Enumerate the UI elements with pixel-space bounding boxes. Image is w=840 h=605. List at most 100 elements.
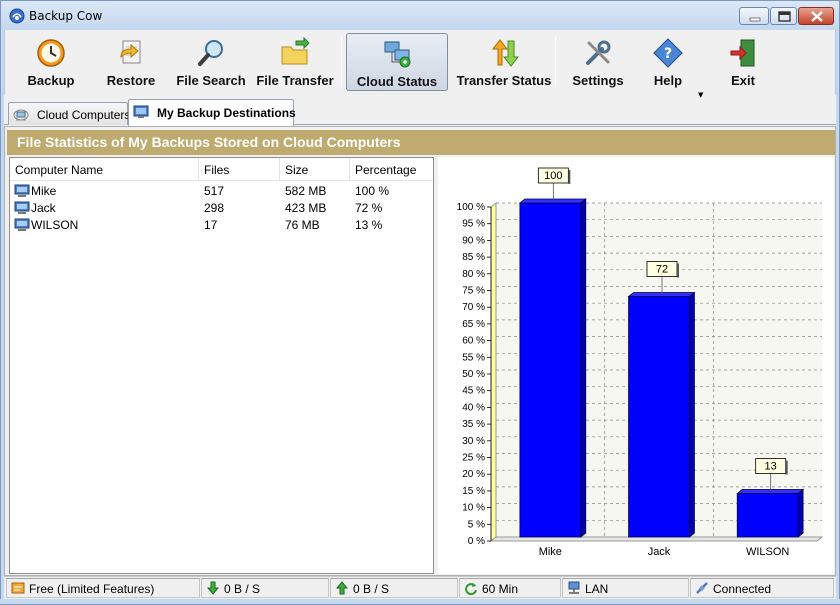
y-tick-label: 90 %	[462, 235, 485, 246]
cell-size: 582 MB	[285, 184, 327, 198]
data-label-shadow	[785, 460, 788, 475]
table-row[interactable]: WILSON 17 76 MB 13 %	[10, 217, 433, 234]
y-tick-label: 75 %	[462, 286, 485, 297]
window-frame-right	[836, 30, 840, 605]
settings-button[interactable]: Settings	[558, 33, 638, 91]
file-search-button[interactable]: File Search	[171, 33, 251, 91]
status-network-type: LAN	[562, 578, 689, 598]
help-button[interactable]: ? Help	[638, 33, 698, 91]
cell-percentage: 13 %	[355, 218, 383, 232]
svg-text:?: ?	[664, 46, 672, 62]
cell-size: 76 MB	[285, 218, 320, 232]
status-network-text: LAN	[585, 582, 609, 596]
transfer-arrows-icon	[491, 39, 520, 67]
column-header-files[interactable]: Files	[199, 158, 280, 181]
folder-transfer-icon	[281, 37, 310, 65]
status-refresh-text: 60 Min	[482, 582, 519, 596]
panel-title: File Statistics of My Backups Stored on …	[17, 134, 401, 150]
monitor-icon	[133, 105, 149, 118]
y-tick-label: 80 %	[462, 269, 485, 280]
minimize-button[interactable]	[739, 7, 769, 25]
toolbar-separator	[555, 37, 556, 87]
restore-label: Restore	[106, 73, 156, 88]
transfer-status-button[interactable]: Transfer Status	[453, 33, 555, 91]
close-icon	[811, 11, 823, 22]
cell-files: 17	[204, 218, 218, 232]
maximize-icon	[778, 11, 791, 22]
column-header-percentage[interactable]: Percentage	[350, 158, 433, 181]
y-tick-label: 85 %	[462, 252, 485, 263]
title-bar[interactable]: Backup Cow	[0, 0, 840, 30]
column-header-size[interactable]: Size	[280, 158, 350, 181]
x-tick-label: WILSON	[746, 546, 789, 558]
bar	[736, 493, 799, 538]
bar	[519, 202, 582, 538]
statistics-panel: File Statistics of My Backups Stored on …	[4, 126, 836, 576]
x-tick-label: Mike	[539, 546, 562, 558]
refresh-icon	[465, 583, 477, 595]
bar-side-face	[580, 198, 587, 538]
x-tick-label: Jack	[648, 546, 671, 558]
bar-side-face	[689, 291, 695, 538]
tab-my-backup-destinations-label: My Backup Destinations	[157, 106, 296, 120]
close-button[interactable]	[798, 7, 834, 25]
table-row[interactable]: Mike 517 582 MB 100 %	[10, 183, 433, 200]
exit-label: Exit	[731, 73, 755, 88]
cell-files: 517	[204, 184, 225, 198]
main-toolbar: Backup Restore File Search File Transfer	[4, 30, 836, 99]
data-label-shadow	[568, 170, 571, 184]
y-tick-label: 40 %	[462, 402, 485, 413]
data-label: 100	[544, 170, 562, 182]
help-dropdown-icon[interactable]: ▼	[698, 91, 703, 99]
restore-button[interactable]: Restore	[91, 33, 171, 91]
column-header-computer-name[interactable]: Computer Name	[10, 158, 199, 181]
tab-cloud-computers-label: Cloud Computers	[37, 108, 131, 122]
backup-button[interactable]: Backup	[11, 33, 91, 91]
cloud-status-label: Cloud Status	[356, 74, 438, 89]
y-tick-label: 25 %	[462, 453, 485, 464]
clock-icon	[37, 39, 65, 67]
help-diamond-icon: ?	[653, 38, 683, 68]
table-row[interactable]: Jack 298 423 MB 72 %	[10, 200, 433, 217]
computer-icon	[14, 201, 30, 214]
tab-cloud-computers[interactable]: Cloud Computers	[8, 102, 131, 125]
exit-door-icon	[730, 39, 755, 67]
y-tick-label: 60 %	[462, 336, 485, 347]
transfer-status-label: Transfer Status	[456, 73, 552, 88]
upload-arrow-icon	[335, 581, 349, 595]
status-connection-text: Connected	[713, 582, 772, 596]
bar	[628, 296, 690, 538]
bar-top-face	[736, 489, 805, 494]
percentage-bar-chart: 0 % 5 % 10 % 15 % 20 % 25 % 30 % 35 % 40 % 45 % 50…	[457, 167, 824, 558]
cell-computer-name: Jack	[31, 201, 56, 215]
window-frame-bottom	[0, 599, 840, 605]
status-upload-text: 0 B / S	[353, 582, 390, 596]
maximize-button[interactable]	[770, 7, 797, 25]
bar-top-face	[627, 292, 696, 297]
status-connection: Connected	[690, 578, 834, 598]
minimize-icon	[749, 17, 761, 22]
computer-icon	[14, 218, 30, 231]
tab-my-backup-destinations[interactable]: My Backup Destinations	[128, 99, 296, 126]
cloud-status-button[interactable]: Cloud Status	[346, 33, 448, 91]
data-label: 13	[765, 461, 777, 473]
y-tick-label: 20 %	[462, 469, 485, 480]
window-title: Backup Cow	[29, 9, 103, 23]
network-computers-icon	[384, 41, 411, 68]
file-transfer-button[interactable]: File Transfer	[253, 33, 337, 91]
status-license[interactable]: Free (Limited Features)	[6, 578, 200, 598]
y-tick-label: 65 %	[462, 319, 485, 330]
tab-strip: Cloud Computers My Backup Destinations	[4, 99, 836, 126]
restore-icon	[120, 40, 141, 64]
status-download-text: 0 B / S	[224, 582, 261, 596]
y-tick-label: 10 %	[462, 503, 485, 514]
file-transfer-label: File Transfer	[256, 73, 334, 88]
computer-list[interactable]: Computer Name Files Size Percentage Mike…	[9, 157, 434, 574]
exit-button[interactable]: Exit	[708, 33, 778, 91]
data-label-shadow	[677, 263, 679, 278]
y-tick-label: 100 %	[457, 202, 485, 213]
tools-icon	[586, 40, 611, 65]
status-refresh-interval[interactable]: 60 Min	[459, 578, 561, 598]
status-bar: Free (Limited Features) 0 B / S 0 B / S …	[4, 576, 836, 599]
y-tick-label: 0 %	[468, 536, 485, 547]
